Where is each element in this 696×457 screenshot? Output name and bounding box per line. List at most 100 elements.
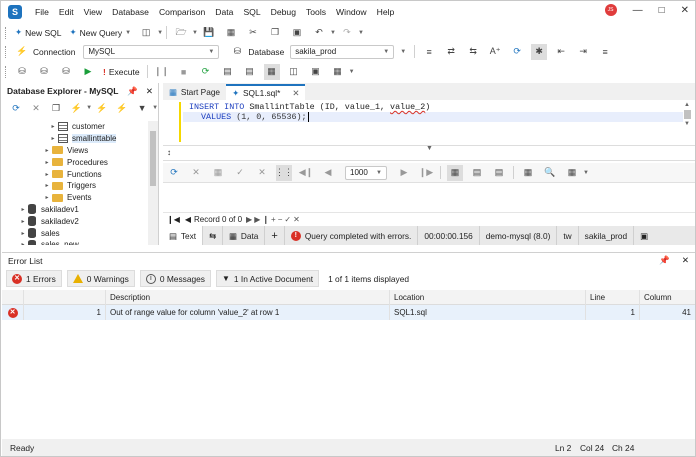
close-icon[interactable]: ✕ xyxy=(682,255,689,266)
split-handle-icon[interactable]: ↕ xyxy=(167,148,171,157)
errors-filter-button[interactable]: ✕ 1 Errors xyxy=(6,270,62,287)
expand-arrow-icon[interactable]: ▸ xyxy=(42,194,52,201)
refresh-icon[interactable]: ⟳ xyxy=(166,165,182,181)
pin-icon[interactable]: 📌 xyxy=(659,255,670,266)
split-icon[interactable]: ◫ xyxy=(286,64,302,80)
chevron-down-icon[interactable]: ▼ xyxy=(426,145,433,152)
explain-icon[interactable]: ▤ xyxy=(220,64,236,80)
close-icon[interactable]: ✕ xyxy=(681,5,689,16)
menu-item-data[interactable]: Data xyxy=(210,7,238,17)
menu-item-tools[interactable]: Tools xyxy=(301,7,331,17)
menu-item-view[interactable]: View xyxy=(79,7,107,17)
last-page-icon[interactable]: ❙▶ xyxy=(418,165,434,181)
first-page-icon[interactable]: ◀❙ xyxy=(298,165,314,181)
minimize-icon[interactable]: — xyxy=(633,5,643,16)
expand-arrow-icon[interactable]: ▸ xyxy=(48,135,58,142)
close-tab-icon[interactable]: ✕ xyxy=(292,88,299,98)
tree-node[interactable]: ▸ sakiladev2 xyxy=(2,215,148,227)
database-select[interactable]: sakila_prod ▼ xyxy=(290,44,395,59)
prev-page-icon[interactable]: ◀ xyxy=(320,165,336,181)
db-settings-icon[interactable]: ⛁ xyxy=(14,64,30,80)
pivot-icon[interactable]: ▤ xyxy=(491,165,507,181)
tree-scrollbar[interactable] xyxy=(148,121,158,245)
column-header-line[interactable]: Line xyxy=(586,289,640,305)
active-document-filter-button[interactable]: ▼ 1 In Active Document xyxy=(216,270,320,287)
table-row[interactable]: ✕ 1 Out of range value for column 'value… xyxy=(2,305,695,320)
swap-button[interactable]: ⇆ xyxy=(203,226,224,245)
tree-node[interactable]: ▸ customer xyxy=(2,121,148,133)
user-avatar[interactable]: JS xyxy=(604,4,617,16)
tab-sql1[interactable]: ✦ SQL1.sql* ✕ xyxy=(226,84,306,100)
options-icon[interactable]: ▦ xyxy=(330,64,346,80)
expand-arrow-icon[interactable]: ▸ xyxy=(42,182,52,189)
db-add-icon[interactable]: ⛁ xyxy=(58,64,74,80)
format-icon[interactable]: ≡ xyxy=(421,44,437,60)
execute-button[interactable]: ! Execute xyxy=(99,67,144,77)
warnings-filter-button[interactable]: 0 Warnings xyxy=(66,270,135,287)
connection-select[interactable]: MySQL ▼ xyxy=(83,44,220,59)
new-connection-icon[interactable]: ⚡ xyxy=(69,100,83,116)
expand-arrow-icon[interactable]: ▸ xyxy=(18,206,28,213)
disconnect-icon[interactable]: ⚡ xyxy=(115,100,129,116)
page-size-select[interactable]: 1000 ▼ xyxy=(345,165,387,180)
open-file-icon[interactable]: 🗁 xyxy=(173,25,189,41)
grid-view-icon[interactable]: ⋮⋮ xyxy=(275,164,293,181)
font-case-icon[interactable]: A⁺ xyxy=(487,44,503,60)
messages-filter-button[interactable]: i0 Messages xyxy=(139,270,211,287)
search-icon[interactable]: 🔍 xyxy=(542,165,558,181)
redo-icon[interactable]: ↷ xyxy=(339,25,355,41)
panel-toggle-icon[interactable]: ▣ xyxy=(634,226,654,245)
expand-arrow-icon[interactable]: ▸ xyxy=(42,171,52,178)
copy-icon[interactable]: ❐ xyxy=(267,25,283,41)
column-header-location[interactable]: Location xyxy=(390,289,586,305)
refresh-icon[interactable]: ⟳ xyxy=(509,44,525,60)
pin-icon[interactable]: 📌 xyxy=(127,86,138,97)
close-icon[interactable]: ✕ xyxy=(146,86,153,97)
expand-arrow-icon[interactable]: ▸ xyxy=(18,241,28,245)
menu-item-file[interactable]: File xyxy=(30,7,54,17)
tree-node[interactable]: ▸ sales xyxy=(2,227,148,239)
menu-item-comparison[interactable]: Comparison xyxy=(154,7,210,17)
grid-mode-icon[interactable]: ▦ xyxy=(263,63,280,80)
menu-item-sql[interactable]: SQL xyxy=(238,7,265,17)
cancel-icon[interactable]: ✕ xyxy=(188,165,204,181)
editor-result-splitter[interactable]: ↕ ▼ xyxy=(163,145,695,161)
align-right-icon[interactable]: ⇥ xyxy=(575,44,591,60)
indent-icon[interactable]: ⇄ xyxy=(443,44,459,60)
save-icon[interactable]: 💾 xyxy=(201,25,217,41)
cut-icon[interactable]: ✂ xyxy=(245,25,261,41)
save-changes-icon[interactable]: ▦ xyxy=(210,165,226,181)
menu-item-edit[interactable]: Edit xyxy=(54,7,79,17)
add-tab-button[interactable]: + xyxy=(265,226,285,245)
expand-arrow-icon[interactable]: ▸ xyxy=(18,230,28,237)
db-refresh-icon[interactable]: ⛁ xyxy=(36,64,52,80)
expand-arrow-icon[interactable]: ▸ xyxy=(42,159,52,166)
undo-icon[interactable]: ↶ xyxy=(311,25,327,41)
stop-icon[interactable]: ■ xyxy=(176,64,192,80)
profile-icon[interactable]: ▤ xyxy=(242,64,258,80)
align-left-icon[interactable]: ⇤ xyxy=(553,44,569,60)
column-header-column[interactable]: Column xyxy=(640,290,695,305)
sql-editor[interactable]: INSERT INTO SmallintTable (ID, value_1, … xyxy=(163,100,695,145)
comment-icon[interactable]: ✱ xyxy=(531,43,548,60)
prev-record-icon[interactable]: ◀ xyxy=(185,215,191,224)
columns-icon[interactable]: ▦ xyxy=(564,165,580,181)
connect-icon[interactable]: ⚡ xyxy=(95,100,109,116)
delete-icon[interactable]: ✕ xyxy=(29,100,43,116)
outdent-icon[interactable]: ⇆ xyxy=(465,44,481,60)
layout-icon[interactable]: ▣ xyxy=(308,64,324,80)
bookmark-icon[interactable]: ≡ xyxy=(597,44,613,60)
discard-icon[interactable]: ✕ xyxy=(254,165,270,181)
new-item-icon[interactable]: ◫ xyxy=(138,25,154,41)
copy-icon[interactable]: ❐ xyxy=(49,100,63,116)
result-grid[interactable] xyxy=(163,183,695,211)
paste-icon[interactable]: ▣ xyxy=(289,25,305,41)
chevron-down-icon[interactable]: ▼ xyxy=(125,30,131,36)
expand-arrow-icon[interactable]: ▸ xyxy=(18,218,28,225)
new-query-button[interactable]: ✦ New Query ▼ xyxy=(66,27,136,38)
first-record-icon[interactable]: ❙◀ xyxy=(167,215,180,224)
record-nav-buttons[interactable]: ▶▶❙+−✓✕ xyxy=(246,215,302,224)
grid-icon[interactable]: ▦ xyxy=(447,164,463,181)
refresh-icon[interactable]: ⟳ xyxy=(9,100,23,116)
new-sql-button[interactable]: ✦ New SQL xyxy=(11,27,66,38)
